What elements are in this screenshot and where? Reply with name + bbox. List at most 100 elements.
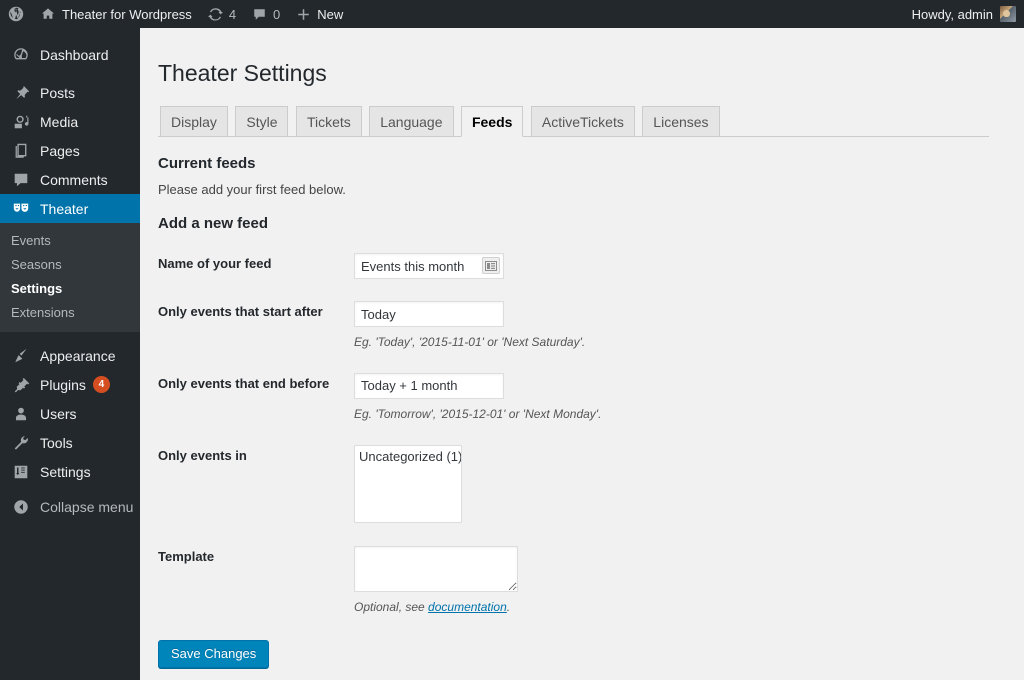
settings-wrap: Theater Settings Display Style Tickets L… [140,28,1024,669]
wordpress-logo-button[interactable] [0,0,32,28]
feed-name-input-wrap [354,253,504,279]
form-row-categories: Only events in Uncategorized (1) [158,434,858,535]
end-before-input[interactable] [354,372,504,399]
dashboard-icon [11,45,31,65]
sidebar-item-label: Media [40,113,79,130]
masks-icon [11,199,31,219]
new-content-button[interactable]: New [288,0,351,28]
sidebar-item-media[interactable]: Media [0,107,140,136]
updates-button[interactable]: 4 [200,0,244,28]
sidebar-item-label: Tools [40,434,73,451]
sidebar-item-label: Pages [40,142,80,159]
sidebar-item-label: Settings [40,463,91,480]
collapse-icon [11,497,31,517]
sidebar-item-label: Posts [40,84,76,101]
end-before-help: Eg. 'Tomorrow', '2015-12-01' or 'Next Mo… [354,406,602,421]
sidebar-item-appearance[interactable]: Appearance [0,341,140,370]
site-name-button[interactable]: Theater for Wordpress [32,0,200,28]
submenu-item-settings[interactable]: Settings [0,277,140,301]
categories-label: Only events in [158,447,247,463]
categories-cell: Uncategorized (1) [354,434,858,535]
end-before-label: Only events that end before [158,375,330,391]
sidebar-item-dashboard[interactable]: Dashboard [0,40,140,69]
tab-tickets[interactable]: Tickets [295,106,362,136]
tab-activetickets[interactable]: ActiveTickets [530,106,635,136]
account-menu[interactable]: Howdy, admin [912,6,1024,22]
current-feeds-heading: Current feeds [158,155,256,172]
content-area: Theater Settings Display Style Tickets L… [140,28,1024,680]
sidebar-item-pages[interactable]: Pages [0,136,140,165]
template-textarea[interactable] [354,545,518,592]
sidebar-item-tools[interactable]: Tools [0,428,140,457]
form-row-end-before: Only events that end before Eg. 'Tomorro… [158,362,858,434]
add-feed-heading: Add a new feed [158,215,269,232]
end-before-cell: Eg. 'Tomorrow', '2015-12-01' or 'Next Mo… [354,362,858,434]
feed-name-label: Name of your feed [158,256,272,271]
tab-style[interactable]: Style [235,106,289,136]
sliders-icon [11,462,31,482]
documentation-link[interactable]: documentation [428,600,507,614]
avatar [1000,6,1016,22]
sidebar-item-label: Plugins [40,376,86,393]
plugins-update-badge: 4 [92,376,110,393]
sidebar-item-label: Dashboard [40,46,109,63]
sidebar-item-label: Comments [40,171,108,188]
contact-card-icon[interactable] [482,257,500,274]
sidebar-item-posts[interactable]: Posts [0,78,140,107]
sidebar-menu: Dashboard Posts Media Pages Comments The… [0,28,148,521]
new-content-label: New [317,6,344,22]
template-help-suffix: . [506,599,511,614]
template-help: Optional, see documentation. [354,599,848,616]
categories-option[interactable]: Uncategorized (1) [355,448,461,465]
plus-icon [296,7,311,22]
comment-bubble-icon [252,7,267,22]
sidebar-separator [0,332,140,341]
brush-icon [11,346,31,366]
categories-select[interactable]: Uncategorized (1) [354,444,462,523]
sidebar-item-plugins[interactable]: Plugins 4 [0,370,140,399]
start-after-input[interactable] [354,301,504,327]
settings-tabs: Display Style Tickets Language Feeds Act… [158,106,989,137]
updates-count: 4 [228,6,237,22]
comments-count: 0 [273,6,281,22]
form-row-start-after: Only events that start after Eg. 'Today'… [158,290,858,362]
start-after-help: Eg. 'Today', '2015-11-01' or 'Next Satur… [354,335,586,349]
form-row-template: Template Optional, see documentation. [158,535,858,627]
admin-sidebar: Dashboard Posts Media Pages Comments The… [0,28,148,680]
updates-icon [207,7,223,22]
submenu-item-events[interactable]: Events [0,229,140,253]
theater-submenu: Events Seasons Settings Extensions [0,223,140,332]
sidebar-item-label: Appearance [40,347,116,364]
sidebar-item-settings[interactable]: Settings [0,457,140,486]
sidebar-item-theater[interactable]: Theater [0,194,148,223]
comments-icon [11,170,31,190]
wordpress-icon [8,6,24,22]
feed-name-cell [354,242,858,290]
tab-feeds[interactable]: Feeds [460,106,524,137]
wrench-icon [11,433,31,453]
submenu-item-seasons[interactable]: Seasons [0,253,140,277]
feed-form-table: Name of your feed Events this month Only… [158,242,858,626]
tab-display[interactable]: Display [160,106,228,136]
pin-icon [11,83,31,103]
media-icon [11,112,31,132]
sidebar-item-comments[interactable]: Comments [0,165,140,194]
template-label: Template [158,548,215,564]
tab-language[interactable]: Language [369,106,454,136]
form-row-feed-name: Name of your feed [158,242,858,290]
submenu-item-extensions[interactable]: Extensions [0,301,140,325]
admin-bar: Theater for Wordpress 4 0 New Howdy, adm… [0,0,1024,28]
page-title: Theater Settings [158,60,327,86]
sidebar-separator [0,69,140,78]
home-icon [40,6,56,22]
sidebar-item-label: Collapse menu [40,498,134,515]
tab-licenses[interactable]: Licenses [642,106,720,136]
current-feeds-note: Please add your first feed below. [158,182,346,197]
template-help-prefix: Optional, see [354,599,429,614]
site-name-label: Theater for Wordpress [62,6,192,22]
pages-icon [11,141,31,161]
save-changes-button[interactable]: Save Changes [158,640,270,669]
sidebar-item-users[interactable]: Users [0,399,140,428]
sidebar-item-collapse-menu[interactable]: Collapse menu [0,492,140,521]
comments-button[interactable]: 0 [244,0,288,28]
